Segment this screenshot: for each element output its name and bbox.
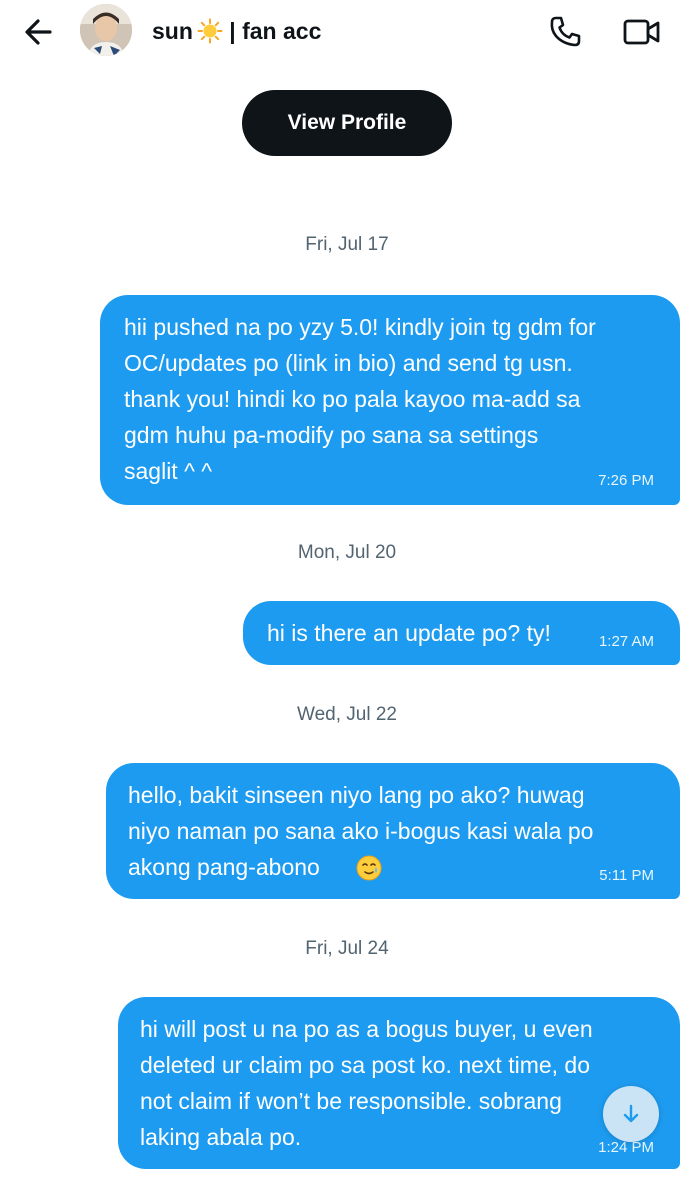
scroll-to-bottom-button[interactable] bbox=[603, 1086, 659, 1142]
message-text: hi will post u na po as a bogus buyer, u… bbox=[140, 1016, 593, 1150]
call-button[interactable] bbox=[547, 14, 583, 50]
message-time: 5:11 PM bbox=[599, 867, 654, 884]
message-text: hi is there an update po? ty! bbox=[267, 620, 551, 646]
avatar-image bbox=[80, 4, 132, 56]
message-text: hii pushed na po yzy 5.0! kindly join tg… bbox=[124, 314, 596, 484]
display-name: sun bbox=[152, 18, 193, 44]
message-time: 1:27 AM bbox=[598, 633, 654, 650]
name-suffix: | fan acc bbox=[222, 18, 322, 44]
date-separator: Fri, Jul 24 bbox=[305, 938, 389, 959]
smiling-face-with-tear-emoji bbox=[356, 855, 382, 881]
video-call-button[interactable] bbox=[622, 16, 662, 48]
date-separator: Mon, Jul 20 bbox=[297, 542, 397, 563]
arrow-left-icon bbox=[25, 19, 52, 45]
message-time: 7:26 PM bbox=[598, 472, 654, 489]
message-bubble[interactable]: hii pushed na po yzy 5.0! kindly join tg… bbox=[100, 295, 680, 505]
video-camera-icon bbox=[623, 19, 660, 45]
contact-name[interactable]: sun | fan acc bbox=[152, 18, 321, 45]
date-separator: Fri, Jul 17 bbox=[305, 234, 389, 255]
avatar[interactable] bbox=[80, 4, 132, 56]
arrow-down-icon bbox=[623, 1104, 639, 1123]
message-bubble[interactable]: hello, bakit sinseen niyo lang po ako? h… bbox=[106, 763, 680, 899]
message-bubble[interactable]: hi will post u na po as a bogus buyer, u… bbox=[118, 997, 680, 1169]
date-separator: Wed, Jul 22 bbox=[297, 704, 397, 725]
message-bubble[interactable]: hi is there an update po? ty! 1:27 AM bbox=[243, 601, 680, 665]
phone-icon bbox=[550, 16, 581, 47]
conversation-header: sun | fan acc bbox=[0, 0, 694, 66]
view-profile-button[interactable]: View Profile bbox=[242, 90, 452, 156]
back-button[interactable] bbox=[20, 14, 60, 50]
sun-emoji-icon bbox=[197, 18, 223, 44]
